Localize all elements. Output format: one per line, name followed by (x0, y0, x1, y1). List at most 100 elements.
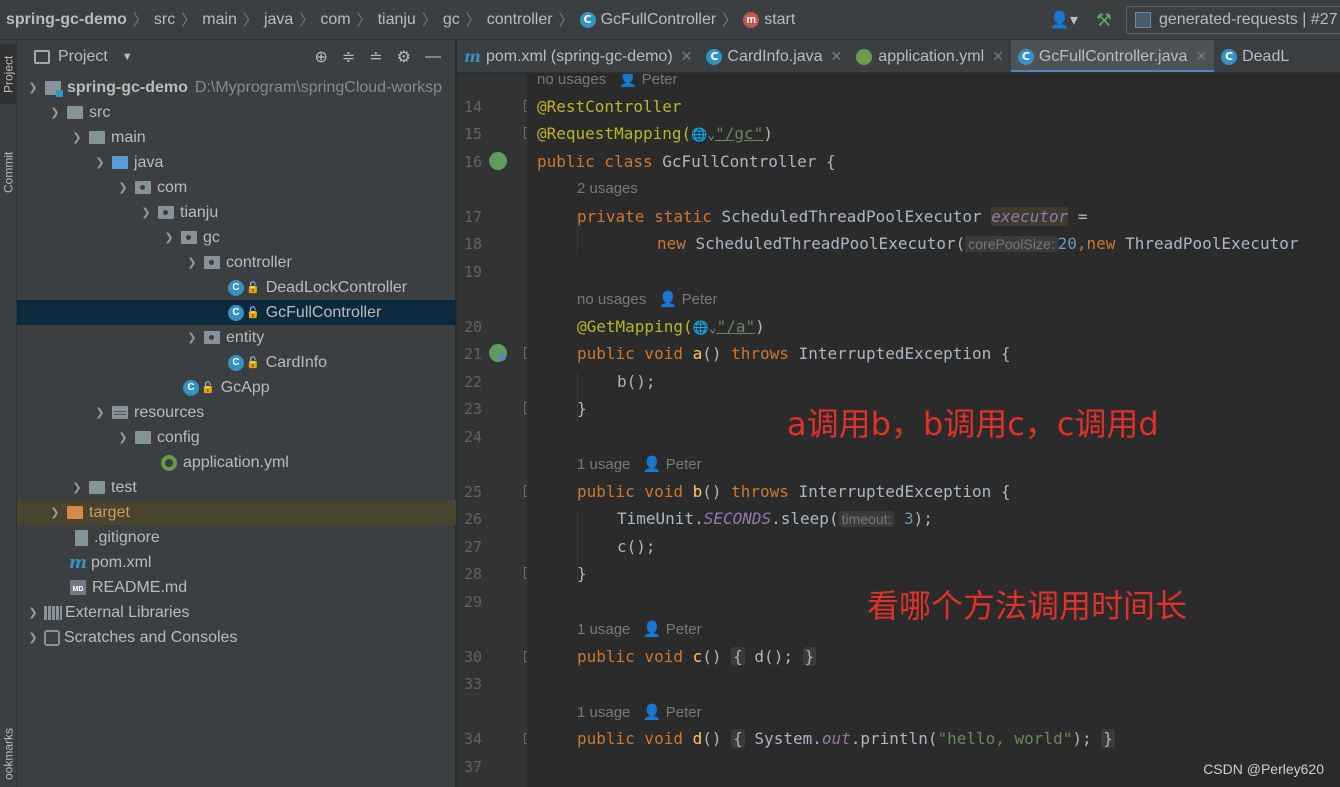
run-configuration-selector[interactable]: generated-requests | #27 (1126, 6, 1340, 34)
gear-icon[interactable]: ⚙ (397, 47, 411, 67)
breadcrumb-java[interactable]: java (259, 11, 298, 29)
expanded-arrow-icon[interactable]: ❯ (92, 156, 108, 169)
expanded-arrow-icon[interactable]: ❯ (92, 406, 108, 419)
tab-cardinfo[interactable]: C CardInfo.java ✕ (699, 40, 849, 72)
folded-brace[interactable]: { (731, 647, 745, 666)
tree-item-entity[interactable]: ❯ entity (17, 325, 456, 350)
chevron-right-icon: 〉 (181, 12, 197, 29)
usage-hint[interactable]: 1 usage 👤 Peter (577, 455, 702, 473)
tree-item-controller[interactable]: ❯ controller (17, 250, 456, 275)
breadcrumb-project[interactable]: spring-gc-demo (0, 11, 132, 29)
tree-item-src[interactable]: ❯ src (17, 100, 456, 125)
tree-item-scratches[interactable]: ❯ Scratches and Consoles (17, 625, 456, 650)
usage-hint[interactable]: no usages 👤 Peter (577, 290, 717, 308)
scratches-icon (44, 629, 60, 646)
line-number: 20 (463, 318, 482, 336)
breadcrumb-gc[interactable]: gc (438, 11, 465, 29)
tree-item-config[interactable]: ❯ config (17, 425, 456, 450)
expanded-arrow-icon[interactable]: ❯ (25, 81, 41, 94)
tree-item-gitignore[interactable]: .gitignore (17, 525, 456, 550)
spring-bean-gutter-icon[interactable] (489, 152, 507, 170)
build-hammer-icon[interactable]: ⚒ (1096, 10, 1112, 31)
tree-item-java[interactable]: ❯ java (17, 150, 456, 175)
usage-hint[interactable]: 1 usage 👤 Peter (577, 703, 702, 721)
close-icon[interactable]: ✕ (1195, 48, 1207, 65)
url-string[interactable]: "/a" (717, 317, 756, 336)
close-icon[interactable]: ✕ (992, 48, 1004, 65)
tree-item-gcapp[interactable]: C 🔓 GcApp (17, 375, 456, 400)
tree-item-gcfullcontroller[interactable]: C 🔓 GcFullController (17, 300, 456, 325)
expanded-arrow-icon[interactable]: ❯ (184, 331, 200, 344)
expanded-arrow-icon[interactable]: ❯ (161, 231, 177, 244)
tree-item-test[interactable]: ❯ test (17, 475, 456, 500)
field-token: executor (991, 207, 1069, 226)
spring-config-icon (161, 454, 177, 471)
tree-item-pom[interactable]: m pom.xml (17, 550, 456, 575)
usage-hint[interactable]: 1 usage 👤 Peter (577, 620, 702, 638)
close-icon[interactable]: ✕ (681, 48, 693, 65)
tab-pom[interactable]: m pom.xml (spring-gc-demo) ✕ (457, 40, 699, 72)
collapsed-arrow-icon[interactable]: ❯ (47, 506, 63, 519)
breadcrumb-tianju[interactable]: tianju (373, 11, 421, 29)
user-icon[interactable]: 👤▾ (1050, 10, 1078, 30)
code-line-23: } (577, 399, 587, 418)
project-panel-title[interactable]: Project (58, 48, 108, 66)
expanded-arrow-icon[interactable]: ❯ (184, 256, 200, 269)
collapsed-arrow-icon[interactable]: ❯ (25, 631, 41, 644)
tree-item-cardinfo[interactable]: C 🔓 CardInfo (17, 350, 456, 375)
method-name-token: c (692, 647, 703, 666)
breadcrumb-src[interactable]: src (149, 11, 180, 29)
tree-item-com[interactable]: ❯ com (17, 175, 456, 200)
breadcrumb-method[interactable]: m start (738, 11, 800, 29)
tree-item-root[interactable]: ❯ spring-gc-demo D:\Myprogram\springClou… (17, 75, 456, 100)
breadcrumb-controller[interactable]: controller (482, 11, 558, 29)
tab-deadlockcontroller[interactable]: C DeadL (1214, 40, 1296, 72)
collapsed-arrow-icon[interactable]: ❯ (25, 606, 41, 619)
tab-application-yml[interactable]: application.yml ✕ (849, 40, 1011, 72)
tree-item-main[interactable]: ❯ main (17, 125, 456, 150)
close-icon[interactable]: ✕ (831, 48, 843, 65)
tree-item-deadlockcontroller[interactable]: C 🔓 DeadLockController (17, 275, 456, 300)
breadcrumb-com[interactable]: com (315, 11, 355, 29)
tree-item-application-yml[interactable]: application.yml (17, 450, 456, 475)
breadcrumb-main[interactable]: main (197, 11, 242, 29)
tree-item-resources[interactable]: ❯ resources (17, 400, 456, 425)
expanded-arrow-icon[interactable]: ❯ (115, 181, 131, 194)
collapse-all-icon[interactable]: ≐ (369, 47, 382, 67)
globe-icon[interactable]: 🌐⌄ (691, 128, 715, 143)
tree-item-external-libraries[interactable]: ❯ External Libraries (17, 600, 456, 625)
markdown-icon: MD (70, 580, 86, 595)
hide-panel-icon[interactable]: — (425, 48, 441, 66)
expanded-arrow-icon[interactable]: ❯ (138, 206, 154, 219)
tree-item-tianju[interactable]: ❯ tianju (17, 200, 456, 225)
breadcrumb-class[interactable]: C GcFullController (575, 11, 722, 29)
dropdown-arrow-icon[interactable]: ▼ (122, 51, 133, 63)
usage-count: no usages (577, 291, 647, 308)
url-string[interactable]: "/gc" (715, 124, 763, 143)
code-line-21: public void a() throws InterruptedExcept… (577, 344, 1011, 363)
bookmarks-tool-tab[interactable]: ookmarks (0, 720, 17, 787)
commit-tool-tab[interactable]: Commit (0, 136, 17, 208)
spring-endpoint-gutter-icon[interactable] (489, 344, 507, 362)
collapsed-arrow-icon[interactable]: ❯ (69, 481, 85, 494)
tree-item-readme[interactable]: MD README.md (17, 575, 456, 600)
usage-count: 1 usage (577, 704, 631, 721)
folded-brace[interactable]: } (1101, 729, 1115, 748)
code-line-20: @GetMapping(🌐⌄"/a") (577, 317, 765, 336)
tab-gcfullcontroller[interactable]: C GcFullController.java ✕ (1010, 40, 1215, 72)
usage-hint[interactable]: no usages 👤 Peter (537, 74, 677, 88)
project-tool-tab[interactable]: Project (0, 44, 17, 104)
expand-all-icon[interactable]: ≑ (342, 47, 355, 67)
folded-brace[interactable]: } (802, 647, 817, 666)
code-editor[interactable]: no usages 👤 Peter @RestController @Reque… (527, 74, 1340, 787)
folded-brace[interactable]: { (731, 729, 745, 748)
tree-item-gc[interactable]: ❯ gc (17, 225, 456, 250)
expanded-arrow-icon[interactable]: ❯ (47, 106, 63, 119)
code-token: ScheduledThreadPoolExecutor (721, 207, 992, 226)
globe-icon[interactable]: 🌐⌄ (693, 321, 717, 336)
expanded-arrow-icon[interactable]: ❯ (69, 131, 85, 144)
tree-item-target[interactable]: ❯ target (17, 500, 456, 525)
locate-file-icon[interactable]: ⊕ (314, 47, 327, 67)
usage-hint[interactable]: 2 usages (577, 180, 638, 197)
expanded-arrow-icon[interactable]: ❯ (115, 431, 131, 444)
